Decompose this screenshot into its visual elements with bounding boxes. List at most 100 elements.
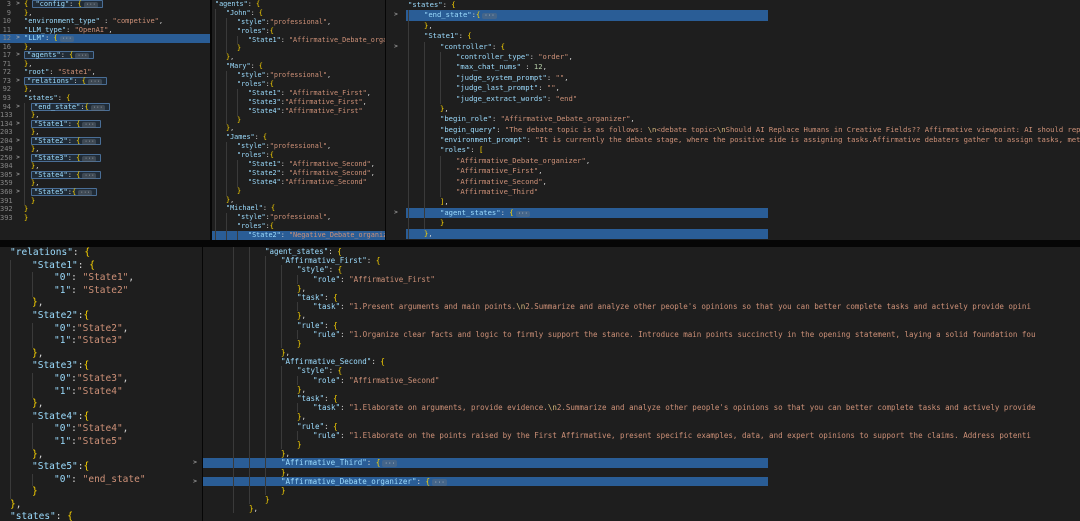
code-line[interactable]: "states": { — [0, 511, 203, 521]
fold-chevron-icon[interactable]: > — [386, 10, 406, 20]
code-line[interactable]: }, — [188, 384, 1080, 394]
code-line[interactable]: 359}, — [0, 179, 211, 189]
code-line[interactable]: } — [212, 44, 386, 54]
fold-chevron-icon[interactable]: > — [188, 458, 202, 467]
code-line[interactable]: }, — [386, 103, 1080, 115]
code-line[interactable]: "relations": { — [0, 247, 203, 260]
code-area[interactable]: "states": {> "end_state":{···}, "State1": … — [386, 0, 1080, 239]
folded-region-box[interactable]: "State5":{··· — [31, 188, 98, 197]
code-line[interactable]: }, — [212, 195, 386, 205]
code-line[interactable]: } — [0, 486, 203, 499]
code-line[interactable]: }, — [0, 347, 203, 361]
code-line[interactable]: } — [212, 186, 386, 196]
code-line[interactable]: "0": "State1", — [0, 272, 203, 285]
code-line[interactable]: "State1": "Affirmative_Debate_organizer" — [212, 35, 386, 45]
code-line[interactable]: "1":"State3" — [0, 335, 203, 348]
code-line[interactable]: > "controller": { — [386, 41, 1080, 52]
code-line[interactable]: } — [188, 338, 1080, 349]
code-line[interactable]: "State1": "Affirmative_First", — [212, 88, 386, 98]
code-line[interactable]: "State2":{ — [0, 309, 203, 323]
code-line[interactable]: "Affirmative_Debate_organizer", — [386, 155, 1080, 167]
code-line[interactable]: "rule": { — [188, 320, 1080, 330]
code-line[interactable]: "John": { — [212, 8, 386, 18]
code-line[interactable]: 250 > "State3": {··· — [0, 153, 211, 163]
code-line[interactable]: }, — [188, 311, 1080, 321]
code-line[interactable]: "1": "State2" — [0, 284, 203, 298]
fold-chevron-icon[interactable]: > — [14, 51, 22, 60]
fold-chevron-icon[interactable]: > — [14, 34, 22, 43]
fold-chevron-icon[interactable]: > — [14, 103, 22, 112]
code-line[interactable]: "1":"State5" — [0, 435, 203, 449]
code-line[interactable]: 203}, — [0, 128, 211, 137]
code-line[interactable]: > "end_state":{··· — [386, 10, 1080, 21]
code-line[interactable]: }, — [386, 228, 1080, 239]
fold-chevron-icon[interactable]: > — [14, 154, 22, 163]
code-line[interactable]: "rule": { — [188, 421, 1080, 431]
code-line[interactable]: "roles": [ — [386, 145, 1080, 156]
code-line[interactable]: 94 > "end_state":{··· — [0, 102, 211, 112]
code-line[interactable]: 305 > "State4": {··· — [0, 170, 211, 180]
code-line[interactable]: "Affirmative_Second", — [386, 176, 1080, 188]
code-line[interactable]: "style":"professional", — [212, 17, 386, 27]
code-line[interactable]: > "Affirmative_Third": {··· — [188, 458, 1080, 468]
code-line[interactable]: } — [386, 218, 1080, 229]
code-line[interactable]: "task": "1.Elaborate on arguments, provi… — [188, 403, 1080, 413]
code-line[interactable]: "roles":{ — [212, 222, 386, 232]
code-line[interactable]: "judge_extract_words": "end" — [386, 93, 1080, 104]
code-line[interactable]: "State3":"Affirmative_First", — [212, 97, 386, 107]
folded-region-box[interactable]: "State1": {··· — [31, 119, 102, 128]
code-line[interactable]: "State2": "Negative_Debate_organizer" — [212, 231, 386, 240]
code-line[interactable]: "0": "end_state" — [0, 473, 203, 487]
code-line[interactable]: ], — [386, 197, 1080, 208]
code-line[interactable]: 71}, — [0, 60, 211, 69]
fold-chevron-icon[interactable]: > — [14, 137, 22, 146]
code-line[interactable]: 393} — [0, 214, 211, 223]
folded-region-box[interactable]: "State3": {··· — [31, 153, 102, 162]
code-line[interactable]: 304}, — [0, 162, 211, 171]
code-line[interactable]: 11 "LLM_type": "OpenAI", — [0, 26, 211, 35]
code-line[interactable]: "task": { — [188, 394, 1080, 404]
code-line[interactable]: "style": { — [188, 265, 1080, 275]
code-area[interactable]: "relations": {"State1": {"0": "State1", "… — [0, 247, 203, 521]
folded-region-box[interactable]: "config": {··· — [32, 0, 103, 8]
fold-chevron-icon[interactable]: > — [14, 0, 22, 9]
fold-chevron-icon[interactable]: > — [14, 77, 22, 86]
code-line[interactable]: 392} — [0, 205, 211, 214]
code-line[interactable]: "Michael": { — [212, 204, 386, 214]
code-area[interactable]: "agents": {"John": {"style":"professiona… — [212, 0, 386, 240]
code-line[interactable]: "agents": { — [212, 0, 386, 9]
code-line[interactable]: > "agent_states": {··· — [386, 207, 1080, 219]
code-line[interactable]: "1":"State4" — [0, 385, 203, 399]
code-line[interactable]: "roles":{ — [212, 26, 386, 36]
code-line[interactable]: } — [212, 115, 386, 125]
code-line[interactable]: }, — [188, 449, 1080, 459]
folded-region-box[interactable]: "end_state":{··· — [31, 102, 110, 111]
code-line[interactable]: } — [188, 439, 1080, 450]
folded-region-box[interactable]: "relations": {··· — [24, 76, 108, 85]
fold-chevron-icon[interactable]: > — [14, 188, 22, 197]
code-line[interactable]: "style": { — [188, 366, 1080, 376]
code-line[interactable]: "Mary": { — [212, 62, 386, 72]
code-line[interactable]: "style":"professional", — [212, 213, 386, 223]
code-line[interactable]: }, — [188, 504, 1080, 514]
code-line[interactable]: "State4":"Affirmative_Second" — [212, 177, 386, 187]
code-line[interactable]: "Affirmative_Second": { — [188, 357, 1080, 367]
code-line[interactable]: 17 > "agents": {··· — [0, 51, 211, 60]
code-line[interactable]: "environment_prompt": "It is currently t… — [386, 135, 1080, 146]
code-line[interactable]: "rule": "1.Organize clear facts and logi… — [188, 329, 1080, 339]
code-line[interactable]: 9}, — [0, 9, 211, 18]
code-area[interactable]: 3 >{ "config": {··· 9}, 10 "environment_type… — [0, 0, 211, 222]
code-line[interactable]: }, — [188, 348, 1080, 358]
code-line[interactable]: "max_chat_nums" : 12, — [386, 62, 1080, 73]
fold-chevron-icon[interactable]: > — [188, 477, 202, 486]
fold-chevron-icon[interactable]: > — [386, 42, 406, 52]
code-line[interactable]: "controller_type": "order", — [386, 51, 1080, 63]
code-line[interactable]: "roles":{ — [212, 80, 386, 89]
code-line[interactable]: 3 >{ "config": {··· — [0, 0, 211, 9]
code-line[interactable]: } — [188, 485, 1080, 496]
code-line[interactable]: "State5":{ — [0, 461, 203, 474]
code-line[interactable]: } — [188, 495, 1080, 505]
code-line[interactable]: "role": "Affirmative_Second" — [188, 375, 1080, 385]
code-line[interactable]: 93 "states": { — [0, 94, 211, 103]
code-area[interactable]: "agent_states": {"Affirmative_First": {"… — [188, 247, 1080, 514]
